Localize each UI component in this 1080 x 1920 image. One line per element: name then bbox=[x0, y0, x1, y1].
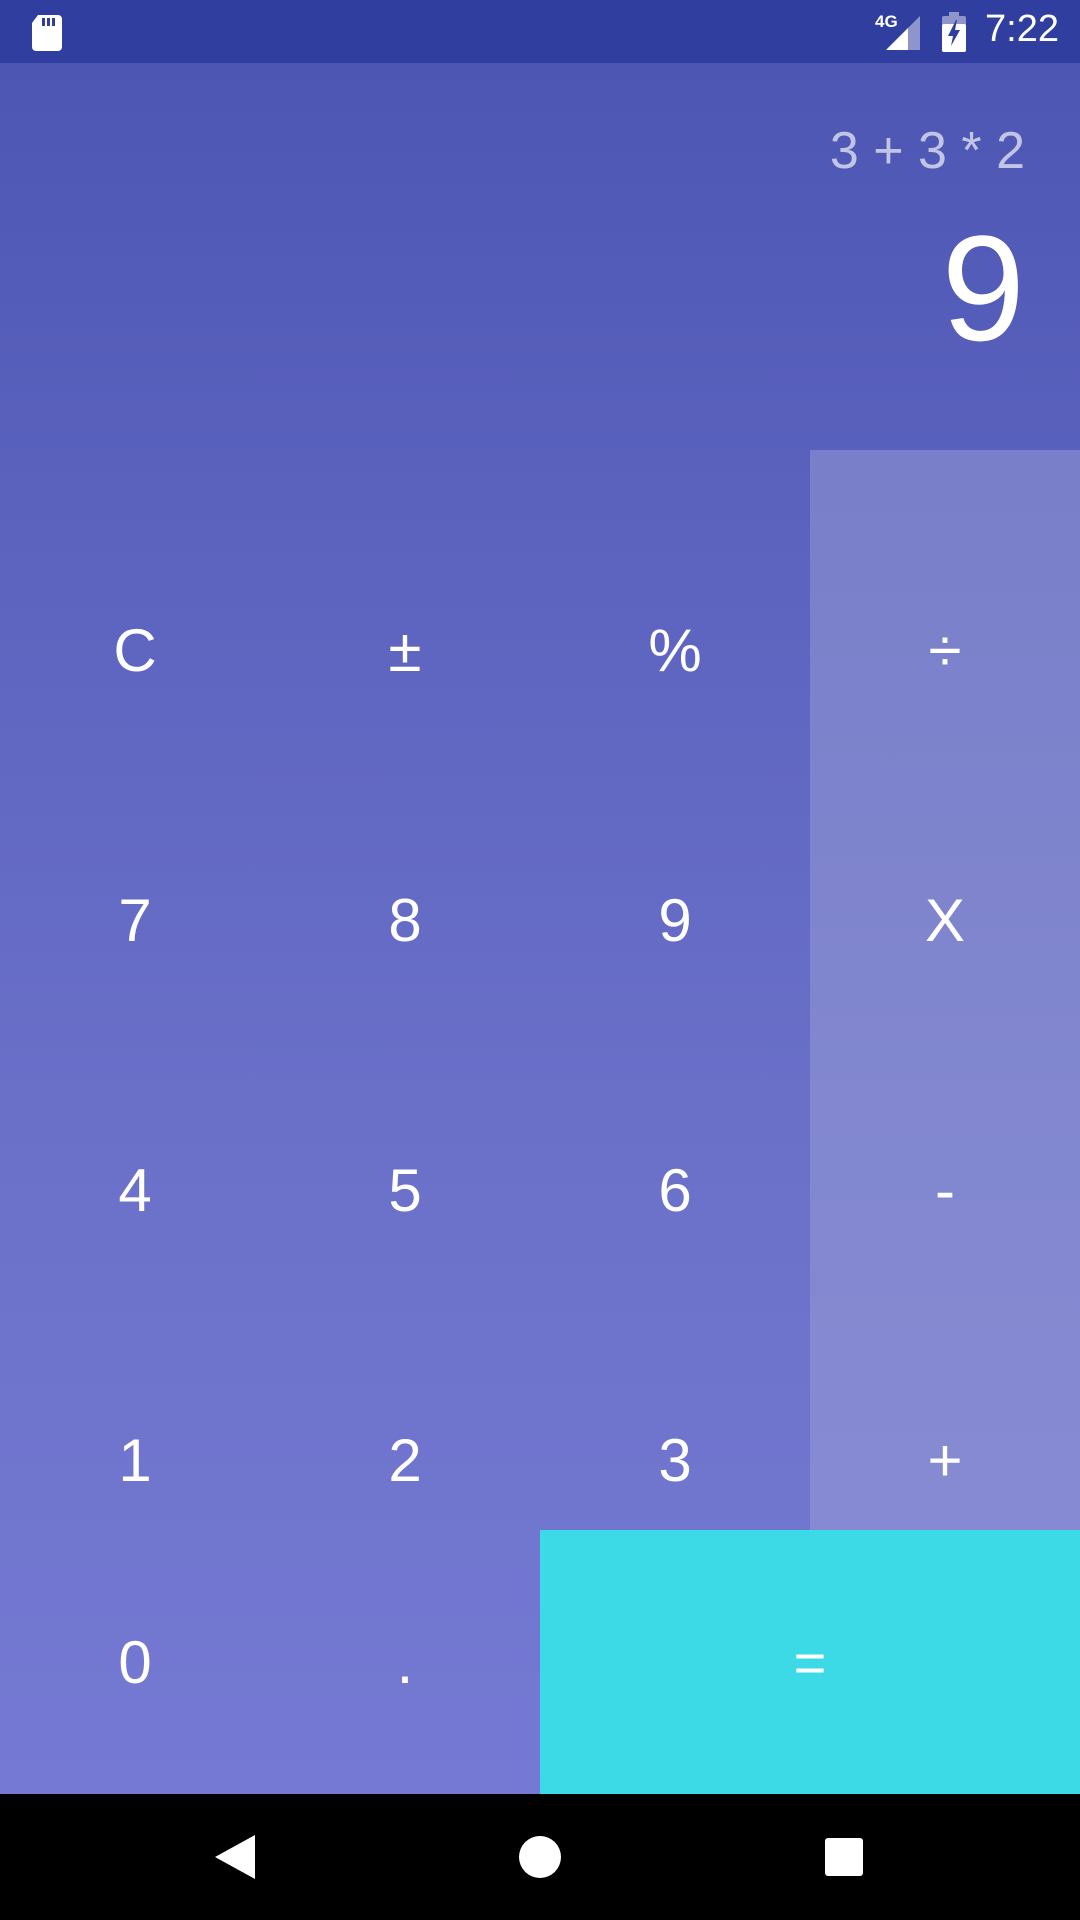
equals-button[interactable]: = bbox=[540, 1530, 1080, 1794]
digit-6-button[interactable]: 6 bbox=[540, 1055, 810, 1325]
back-icon bbox=[215, 1835, 255, 1879]
clear-button[interactable]: C bbox=[0, 515, 270, 785]
subtract-button[interactable]: - bbox=[810, 1055, 1080, 1325]
result-display: 9 bbox=[941, 204, 1025, 372]
plus-minus-button[interactable]: ± bbox=[270, 515, 540, 785]
decimal-button[interactable]: . bbox=[270, 1530, 540, 1794]
divide-button[interactable]: ÷ bbox=[810, 515, 1080, 785]
calculator-screen: 4G 7:22 3 + 3 * 2 9 C ± % ÷ 7 8 9 X 4 5 … bbox=[0, 0, 1080, 1920]
digit-5-button[interactable]: 5 bbox=[270, 1055, 540, 1325]
recents-button[interactable] bbox=[809, 1822, 879, 1892]
expression-display: 3 + 3 * 2 bbox=[829, 122, 1025, 180]
home-icon bbox=[519, 1836, 561, 1878]
digit-7-button[interactable]: 7 bbox=[0, 785, 270, 1055]
multiply-button[interactable]: X bbox=[810, 785, 1080, 1055]
signal-icon bbox=[886, 16, 920, 50]
percent-button[interactable]: % bbox=[540, 515, 810, 785]
status-clock: 7:22 bbox=[985, 8, 1059, 50]
digit-9-button[interactable]: 9 bbox=[540, 785, 810, 1055]
home-button[interactable] bbox=[505, 1822, 575, 1892]
navigation-bar bbox=[0, 1794, 1080, 1920]
digit-8-button[interactable]: 8 bbox=[270, 785, 540, 1055]
calculator-app: 3 + 3 * 2 9 C ± % ÷ 7 8 9 X 4 5 6 - 1 2 … bbox=[0, 63, 1080, 1794]
back-button[interactable] bbox=[200, 1822, 270, 1892]
digit-4-button[interactable]: 4 bbox=[0, 1055, 270, 1325]
battery-charging-icon bbox=[942, 12, 966, 52]
sd-card-icon bbox=[32, 15, 62, 51]
digit-0-button[interactable]: 0 bbox=[0, 1530, 270, 1794]
status-bar: 4G 7:22 bbox=[0, 0, 1080, 63]
recents-icon bbox=[825, 1838, 863, 1876]
